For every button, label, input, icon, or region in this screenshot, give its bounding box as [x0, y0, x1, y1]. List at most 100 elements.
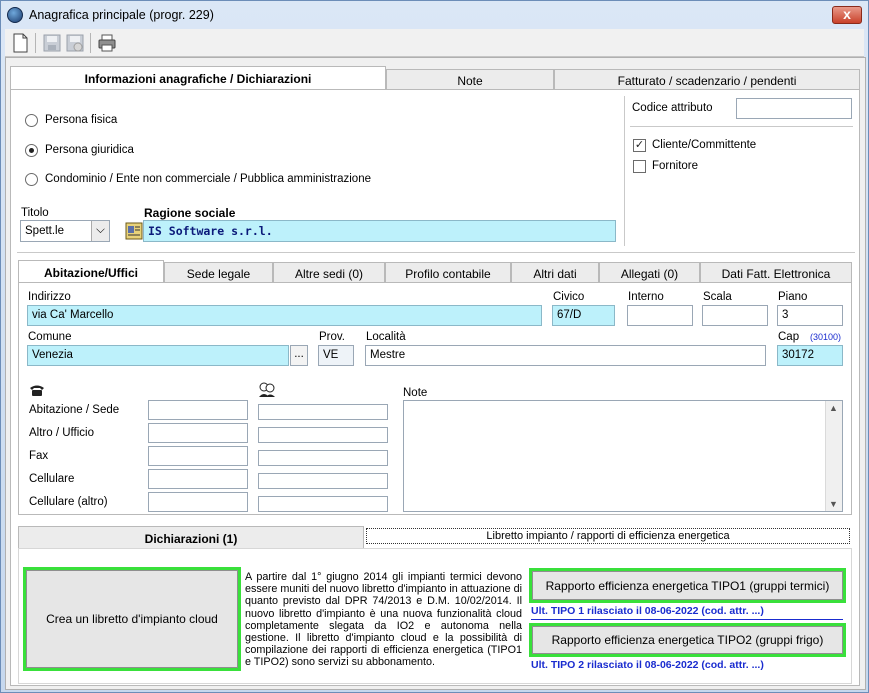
titolo-label: Titolo: [21, 207, 49, 219]
save-icon[interactable]: [41, 32, 63, 54]
scala-field[interactable]: [702, 305, 768, 326]
civico-field[interactable]: 67/D: [552, 305, 615, 326]
print-icon[interactable]: [96, 32, 118, 54]
tab-dati-fatt-elettronica[interactable]: Dati Fatt. Elettronica: [700, 262, 852, 283]
tab-label: Profilo contabile: [405, 267, 491, 281]
titolo-value: Spett.le: [25, 225, 64, 237]
horizontal-divider: [531, 619, 843, 620]
comune-lookup-button[interactable]: ...: [290, 345, 308, 366]
ragione-sociale-label: Ragione sociale: [144, 206, 236, 220]
vertical-divider: [624, 96, 625, 246]
cap-label: Cap: [778, 331, 800, 343]
contact-email-field[interactable]: [258, 473, 388, 489]
contact-email-field[interactable]: [258, 427, 388, 443]
app-logo-icon: [7, 7, 23, 23]
tab-abitazione-uffici[interactable]: Abitazione/Uffici: [18, 260, 164, 283]
save-disabled-icon[interactable]: [64, 32, 86, 54]
telephone-icon: [29, 383, 45, 397]
tab-label: Dati Fatt. Elettronica: [721, 267, 831, 281]
contact-row-label: Abitazione / Sede: [29, 404, 120, 416]
note-label: Note: [403, 387, 428, 399]
contacts-people-icon: [258, 382, 276, 398]
radio-persona-giuridica[interactable]: [25, 144, 38, 157]
title-bar[interactable]: Anagrafica principale (progr. 229) x: [1, 1, 868, 29]
fornitore-checkbox[interactable]: [633, 160, 646, 173]
radio-label: Persona fisica: [45, 114, 118, 126]
close-button[interactable]: x: [832, 6, 862, 24]
tab-fatturato[interactable]: Fatturato / scadenzario / pendenti: [554, 69, 860, 90]
contact-card-icon[interactable]: [125, 221, 143, 241]
tab-label: Sede legale: [186, 267, 251, 281]
new-document-icon[interactable]: [9, 32, 31, 54]
tab-label: Note: [457, 74, 483, 88]
radio-condominio[interactable]: [25, 173, 38, 186]
toolbar-separator: [35, 33, 36, 53]
rapporto-tipo2-button[interactable]: Rapporto efficienza energetica TIPO2 (gr…: [529, 623, 846, 657]
ragione-sociale-field[interactable]: IS Software s.r.l.: [143, 220, 616, 242]
declarations-panel: Crea un libretto d'impianto cloud A part…: [18, 548, 852, 684]
window-title-progr: (progr. 229): [149, 8, 214, 22]
comune-field[interactable]: Venezia: [27, 345, 289, 366]
radio-label: Condominio / Ente non commerciale / Pubb…: [45, 173, 371, 185]
piano-field[interactable]: 3: [777, 305, 843, 326]
contact-phone-field[interactable]: [148, 400, 248, 420]
tab-profilo-contabile[interactable]: Profilo contabile: [385, 262, 511, 283]
tab-label: Informazioni anagrafiche / Dichiarazioni: [84, 72, 312, 86]
codice-attributo-field[interactable]: [736, 98, 852, 119]
indirizzo-label: Indirizzo: [28, 291, 71, 303]
button-label: Crea un libretto d'impianto cloud: [46, 612, 218, 626]
button-label: Rapporto efficienza energetica TIPO2 (gr…: [551, 633, 824, 647]
radio-persona-fisica[interactable]: [25, 114, 38, 127]
crea-libretto-cloud-button[interactable]: Crea un libretto d'impianto cloud: [23, 567, 241, 671]
address-panel: Indirizzo via Ca' Marcello Civico 67/D I…: [18, 282, 852, 515]
contact-email-field[interactable]: [258, 496, 388, 512]
tab-label: Fatturato / scadenzario / pendenti: [617, 74, 797, 88]
indirizzo-field[interactable]: via Ca' Marcello: [27, 305, 542, 326]
tab-altri-dati[interactable]: Altri dati: [511, 262, 599, 283]
interno-label: Interno: [628, 291, 664, 303]
localita-label: Località: [366, 331, 406, 343]
cliente-label: Cliente/Committente: [652, 139, 757, 151]
contact-phone-field[interactable]: [148, 469, 248, 489]
cliente-checkbox[interactable]: ✓: [633, 139, 646, 152]
note-scrollbar[interactable]: ▲ ▼: [825, 401, 842, 511]
contact-email-field[interactable]: [258, 404, 388, 420]
client-area: Informazioni anagrafiche / Dichiarazioni…: [5, 57, 866, 690]
tab-allegati[interactable]: Allegati (0): [599, 262, 700, 283]
contact-phone-field[interactable]: [148, 423, 248, 443]
scroll-up-icon[interactable]: ▲: [829, 403, 838, 413]
tab-sede-legale[interactable]: Sede legale: [164, 262, 273, 283]
window-title: Anagrafica principale (progr. 229): [29, 8, 214, 22]
tab-informazioni-anagrafiche[interactable]: Informazioni anagrafiche / Dichiarazioni: [10, 66, 386, 90]
tab-dichiarazioni[interactable]: Dichiarazioni (1): [18, 526, 364, 549]
toolbar: [5, 29, 864, 57]
chevron-down-icon[interactable]: ⌵: [91, 221, 109, 241]
contact-email-field[interactable]: [258, 450, 388, 466]
button-label: Rapporto efficienza energetica TIPO1 (gr…: [545, 578, 830, 593]
main-window: Anagrafica principale (progr. 229) x Inf…: [0, 0, 869, 693]
contact-phone-field[interactable]: [148, 492, 248, 512]
localita-field[interactable]: Mestre: [365, 345, 766, 366]
contact-row-label: Altro / Ufficio: [29, 427, 94, 439]
note-textarea[interactable]: ▲ ▼: [403, 400, 843, 512]
tab-label: Dichiarazioni (1): [144, 532, 238, 546]
rapporto-tipo1-button[interactable]: Rapporto efficienza energetica TIPO1 (gr…: [529, 568, 846, 603]
tab-label: Altri dati: [533, 267, 577, 281]
titolo-select[interactable]: Spett.le ⌵: [20, 220, 110, 242]
tab-note[interactable]: Note: [386, 69, 554, 90]
tab-libretto-impianto[interactable]: Libretto impianto / rapporti di efficien…: [366, 528, 850, 544]
tipo1-last-issued-note: Ult. TIPO 1 rilasciato il 08-06-2022 (co…: [531, 605, 764, 617]
radio-label: Persona giuridica: [45, 144, 134, 156]
scroll-down-icon[interactable]: ▼: [829, 499, 838, 509]
tab-altre-sedi[interactable]: Altre sedi (0): [273, 262, 385, 283]
tab-label: Allegati (0): [620, 267, 679, 281]
tab-label: Abitazione/Uffici: [43, 266, 138, 280]
interno-field[interactable]: [627, 305, 693, 326]
cap-field[interactable]: 30172: [777, 345, 843, 366]
codice-attributo-label: Codice attributo: [632, 102, 713, 114]
horizontal-divider: [630, 126, 853, 127]
contact-phone-field[interactable]: [148, 446, 248, 466]
tab-label: Libretto impianto / rapporti di efficien…: [486, 530, 730, 542]
contact-row-label: Cellulare (altro): [29, 496, 108, 508]
prov-field[interactable]: VE: [318, 345, 354, 366]
